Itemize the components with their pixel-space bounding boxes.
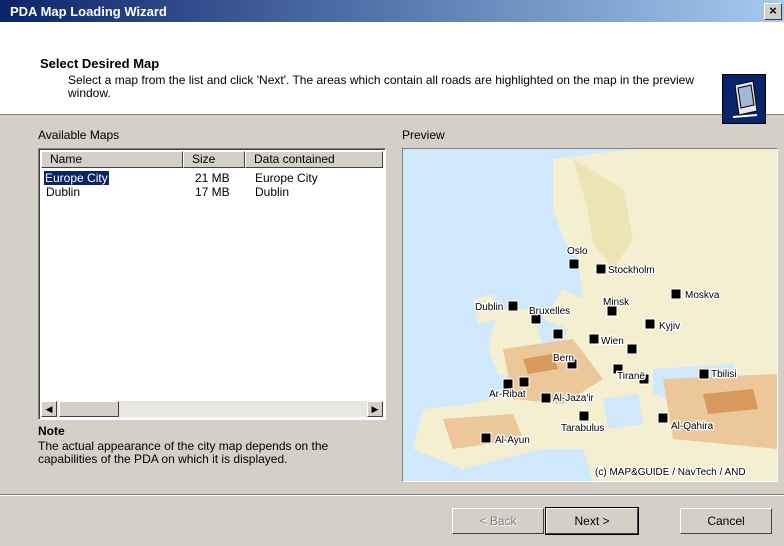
city-al-ayun: Al-Ayun [495,435,530,446]
city-kyjiv: Kyjiv [659,321,680,332]
wizard-header: Select Desired Map Select a map from the… [0,22,784,124]
preview-label: Preview [402,128,445,142]
city-dublin: Dublin [475,302,503,313]
city-tarabulus: Tarabulus [561,423,604,434]
city-bern: Bern [553,353,574,364]
close-button[interactable]: × [764,3,782,20]
row-data: Europe City [255,171,318,185]
map-copyright: (c) MAP&GUIDE / NavTech / AND [595,467,746,478]
note-body: The actual appearance of the city map de… [38,439,329,466]
row-size: 21 MB [195,171,230,185]
row-size: 17 MB [195,185,230,199]
map-preview: Oslo Stockholm Moskva Dublin Bruxelles M… [402,148,778,482]
city-wien: Wien [601,336,624,347]
row-name: Europe City [43,170,110,186]
city-stockholm: Stockholm [608,265,655,276]
scroll-left-icon[interactable]: ◀ [41,401,57,417]
horizontal-scrollbar[interactable]: ◀ ▶ [41,401,383,417]
scroll-thumb[interactable] [59,401,119,417]
city-moskva: Moskva [685,290,720,301]
city-minsk: Minsk [603,297,630,308]
city-tirane: Tiranë [617,371,645,382]
step-title: Select Desired Map [40,56,160,71]
city-oslo: Oslo [567,246,588,257]
list-header: Name Size Data contained [41,151,383,168]
window-title: PDA Map Loading Wizard [10,4,167,19]
list-item[interactable]: Europe City 21 MB Europe City [41,170,383,186]
list-item[interactable]: Dublin 17 MB Dublin [41,185,383,199]
next-button[interactable]: Next > [545,507,639,535]
column-header-name[interactable]: Name [41,151,183,168]
scroll-right-icon[interactable]: ▶ [367,401,383,417]
maps-list[interactable]: Name Size Data contained Europe City 21 … [38,148,386,420]
back-button[interactable]: < Back [452,508,544,534]
pda-icon [722,74,766,124]
column-header-size[interactable]: Size [183,151,245,168]
cancel-button[interactable]: Cancel [680,508,772,534]
city-al-jazair: Al-Jaza'ir [553,393,594,404]
button-separator [0,494,784,496]
city-bruxelles: Bruxelles [529,306,570,317]
city-al-qahira: Al-Qahira [671,421,714,432]
title-bar: PDA Map Loading Wizard × [0,0,784,22]
row-name: Dublin [46,185,81,199]
europe-map-icon: Oslo Stockholm Moskva Dublin Bruxelles M… [403,149,777,481]
city-ar-ribat: Ar-Ribat [489,389,526,400]
column-header-data[interactable]: Data contained [245,151,383,168]
city-tbilisi: Tbilisi [711,369,737,380]
available-maps-label: Available Maps [38,128,120,142]
note-title: Note [38,424,65,438]
step-description: Select a map from the list and click 'Ne… [68,73,695,100]
row-data: Dublin [255,185,290,199]
